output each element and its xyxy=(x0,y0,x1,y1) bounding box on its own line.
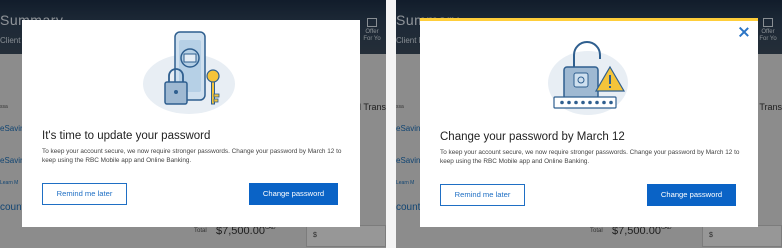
modal-body: To keep your account secure, we now requ… xyxy=(440,149,740,165)
modal-title: Change your password by March 12 xyxy=(440,131,625,143)
change-password-button[interactable]: Change password xyxy=(249,183,338,205)
change-password-modal: Change your password by March 12 To keep… xyxy=(420,18,758,227)
change-password-button[interactable]: Change password xyxy=(647,184,736,206)
screen-left: Summary Client N Offer For Yo ssa eSavin… xyxy=(0,0,386,248)
close-icon[interactable] xyxy=(738,26,750,38)
unlocked-padlock-warning-icon xyxy=(548,41,628,115)
update-password-modal: It's time to update your password To kee… xyxy=(22,20,360,227)
screen-right: Summary Client N Offer For Yo ssa eSavin… xyxy=(396,0,782,248)
phone-lock-key-icon xyxy=(143,31,235,114)
screen-divider xyxy=(386,0,396,248)
modal-body: To keep your account secure, we now requ… xyxy=(42,148,342,164)
remind-me-later-button[interactable]: Remind me later xyxy=(42,183,127,205)
remind-me-later-button[interactable]: Remind me later xyxy=(440,184,525,206)
modal-title: It's time to update your password xyxy=(42,130,211,142)
